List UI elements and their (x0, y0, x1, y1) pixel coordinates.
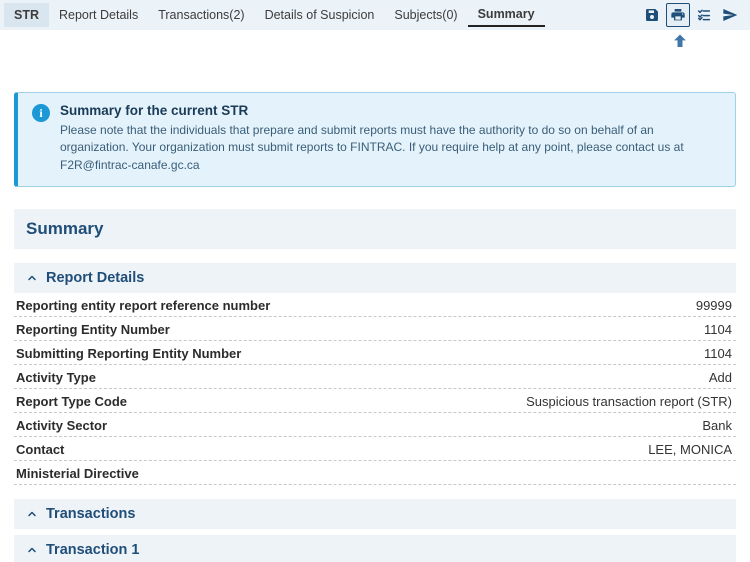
field-value: 1104 (704, 322, 736, 337)
field-row: Submitting Reporting Entity Number 1104 (14, 341, 736, 365)
section-header-label: Report Details (46, 270, 144, 286)
checklist-icon (696, 7, 712, 23)
callout-arrow (670, 32, 690, 52)
field-label: Activity Sector (14, 418, 702, 433)
print-icon (670, 7, 686, 23)
tab-details-of-suspicion[interactable]: Details of Suspicion (255, 4, 385, 26)
field-label: Activity Type (14, 370, 709, 385)
chevron-up-icon (24, 508, 40, 520)
info-icon: i (32, 104, 50, 122)
section-header-transaction-1[interactable]: Transaction 1 (14, 535, 736, 562)
tab-transactions[interactable]: Transactions(2) (148, 4, 254, 26)
section-header-label: Transaction 1 (46, 542, 139, 558)
field-row: Reporting entity report reference number… (14, 293, 736, 317)
field-label: Submitting Reporting Entity Number (14, 346, 704, 361)
field-row: Contact LEE, MONICA (14, 437, 736, 461)
toolbar-icons (640, 3, 742, 27)
field-row: Activity Sector Bank (14, 413, 736, 437)
field-label: Reporting Entity Number (14, 322, 704, 337)
field-label: Ministerial Directive (14, 466, 732, 481)
section-header-label: Transactions (46, 506, 135, 522)
section-header-transactions[interactable]: Transactions (14, 499, 736, 529)
field-label: Contact (14, 442, 648, 457)
tab-bar: STR Report Details Transactions(2) Detai… (0, 0, 750, 30)
field-row: Report Type Code Suspicious transaction … (14, 389, 736, 413)
field-value: LEE, MONICA (648, 442, 736, 457)
checklist-button[interactable] (692, 3, 716, 27)
tab-report-details[interactable]: Report Details (49, 4, 148, 26)
tab-str[interactable]: STR (4, 3, 49, 27)
field-value: Add (709, 370, 736, 385)
field-value: Bank (702, 418, 736, 433)
banner-title: Summary for the current STR (60, 103, 721, 118)
info-banner: i Summary for the current STR Please not… (14, 92, 736, 187)
chevron-up-icon (24, 272, 40, 284)
field-label: Report Type Code (14, 394, 526, 409)
send-button[interactable] (718, 3, 742, 27)
field-row: Reporting Entity Number 1104 (14, 317, 736, 341)
tab-summary[interactable]: Summary (468, 3, 545, 27)
tab-subjects[interactable]: Subjects(0) (384, 4, 467, 26)
save-icon (644, 7, 660, 23)
report-details-fields: Reporting entity report reference number… (14, 293, 736, 485)
field-row: Activity Type Add (14, 365, 736, 389)
field-value: 99999 (696, 298, 736, 313)
send-icon (722, 7, 738, 23)
field-value: Suspicious transaction report (STR) (526, 394, 736, 409)
print-button[interactable] (666, 3, 690, 27)
field-label: Reporting entity report reference number (14, 298, 696, 313)
page-title: Summary (14, 209, 736, 249)
banner-text: Please note that the individuals that pr… (60, 122, 721, 174)
save-button[interactable] (640, 3, 664, 27)
section-header-report-details[interactable]: Report Details (14, 263, 736, 293)
field-row: Ministerial Directive (14, 461, 736, 485)
field-value: 1104 (704, 346, 736, 361)
chevron-up-icon (24, 544, 40, 556)
